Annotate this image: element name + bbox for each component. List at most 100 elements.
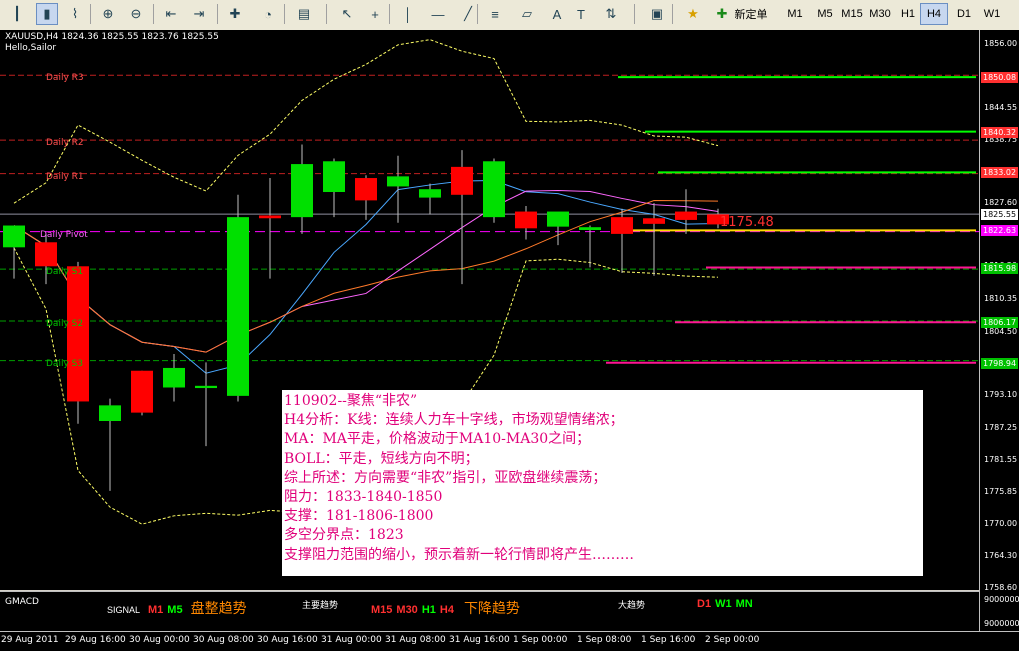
candle-body xyxy=(355,178,377,201)
price-tick: 1787.25 xyxy=(984,422,1018,432)
note-line: 支撑阻力范围的缩小，预示着新一轮行情即将产生……… xyxy=(284,546,634,563)
candle[interactable] xyxy=(355,175,377,220)
note-line: 多空分界点：1823 xyxy=(284,527,404,544)
time-tick: 30 Aug 00:00 xyxy=(129,635,190,645)
sub-scale-top: 9000000 xyxy=(984,595,1019,604)
tf-m1: M1 xyxy=(148,604,164,616)
big-trend-label: 大趋势 xyxy=(618,600,646,610)
candle[interactable] xyxy=(515,205,537,240)
add-indicator-icon[interactable]: ✚ xyxy=(224,3,246,25)
candle[interactable] xyxy=(99,398,121,491)
channel-icon[interactable]: ▱ xyxy=(516,3,538,25)
signal-group-big-tfs: D1 W1 MN xyxy=(697,598,753,610)
candle[interactable] xyxy=(611,208,633,273)
new-order-icon[interactable]: ✚ xyxy=(711,3,733,25)
candle[interactable] xyxy=(547,211,569,246)
candle[interactable] xyxy=(131,370,153,416)
candle[interactable] xyxy=(323,158,345,218)
signal-group-big: 大趋势 xyxy=(618,598,645,611)
price-tick: 1770.00 xyxy=(984,519,1018,529)
candle[interactable] xyxy=(291,144,313,234)
note-line: 阻力：1833-1840-1850 xyxy=(284,488,443,505)
candle[interactable] xyxy=(227,194,249,402)
timeframe-w1[interactable]: W1 xyxy=(978,3,1006,25)
line-chart-icon[interactable]: ⌇ xyxy=(64,3,86,25)
candle-body xyxy=(419,189,441,198)
candle[interactable] xyxy=(259,178,281,279)
time-tick: 31 Aug 00:00 xyxy=(321,635,382,645)
tf-w1: W1 xyxy=(715,598,732,610)
candle[interactable] xyxy=(3,225,25,279)
candle-body xyxy=(163,367,185,388)
ask-label: 1175.48 xyxy=(720,215,774,230)
timeframe-h4[interactable]: H4 xyxy=(920,3,948,25)
timeframe-h1[interactable]: H1 xyxy=(894,3,922,25)
pivot-label-r2: Daily R2 xyxy=(46,138,84,149)
pivot-label-r1: Daily R1 xyxy=(46,171,84,182)
text-icon[interactable]: A xyxy=(546,3,568,25)
favorites-icon[interactable]: ★ xyxy=(682,3,704,25)
zoom-in-icon[interactable]: ⊕ xyxy=(97,3,119,25)
crosshair-icon[interactable]: + xyxy=(364,3,386,25)
new-order-button[interactable]: 新定单 xyxy=(733,3,769,25)
candle[interactable] xyxy=(195,362,217,447)
price-box: 1798.94 xyxy=(981,357,1018,369)
text-label-icon[interactable]: T xyxy=(570,3,592,25)
symbol-line: XAUUSD,H4 1824.36 1825.55 1823.76 1825.5… xyxy=(5,32,219,42)
bar-chart-icon[interactable]: ┃ xyxy=(6,3,28,25)
price-tick: 1827.60 xyxy=(984,197,1018,207)
candle[interactable] xyxy=(387,155,409,223)
timeframe-m15[interactable]: M15 xyxy=(838,3,866,25)
chart-shift-icon[interactable]: ⇤ xyxy=(160,3,182,25)
timeframe-m30[interactable]: M30 xyxy=(866,3,894,25)
time-scale[interactable]: 29 Aug 2011 29 Aug 16:00 30 Aug 00:00 30 Au… xyxy=(0,631,1019,651)
cursor-icon[interactable]: ↖ xyxy=(336,3,358,25)
price-tick: 1810.35 xyxy=(984,293,1018,303)
tf-m15: M15 xyxy=(371,604,393,616)
zoom-out-icon[interactable]: ⊖ xyxy=(125,3,147,25)
candle[interactable] xyxy=(579,225,601,268)
toolbar-separator xyxy=(634,4,635,24)
arrows-icon[interactable]: ⇅ xyxy=(600,3,622,25)
price-box: 1815.98 xyxy=(981,262,1018,274)
time-tick: 2 Sep 00:00 xyxy=(705,635,760,645)
time-tick: 1 Sep 16:00 xyxy=(641,635,696,645)
gmacd-subwindow: GMACD SIGNAL M1 M5 盘整趋势 主要趋势 M15 M30 H1 … xyxy=(0,591,979,631)
timeframe-d1[interactable]: D1 xyxy=(950,3,978,25)
candle[interactable] xyxy=(483,158,505,223)
time-tick: 1 Sep 08:00 xyxy=(577,635,632,645)
candle-body xyxy=(579,227,601,230)
vertical-line-icon[interactable]: │ xyxy=(397,3,419,25)
candle-body xyxy=(451,166,473,195)
candle-body xyxy=(547,211,569,227)
main-chart[interactable]: XAUUSD,H4 1824.36 1825.55 1823.76 1825.5… xyxy=(0,30,979,590)
candlestick-icon[interactable]: ▮ xyxy=(36,3,58,25)
note-line: H4分析：K线：连续人力车十字线，市场观望情绪浓； xyxy=(284,412,624,429)
candle-body xyxy=(99,405,121,422)
timeframe-m5[interactable]: M5 xyxy=(811,3,839,25)
candle[interactable] xyxy=(675,189,697,234)
autoscroll-icon[interactable]: ⇥ xyxy=(188,3,210,25)
horizontal-line-icon[interactable]: — xyxy=(427,3,449,25)
note-line: 综上所述：方向需要“非农”指引，亚欧盘继续震荡； xyxy=(284,469,607,486)
pivot-label-s2: Daily S2 xyxy=(46,319,84,330)
trendline-icon[interactable]: ╱ xyxy=(457,3,479,25)
fibonacci-icon[interactable]: ≡ xyxy=(484,3,506,25)
time-tick: 29 Aug 2011 xyxy=(1,635,59,645)
price-tick: 1758.60 xyxy=(984,583,1018,592)
candle-body xyxy=(515,211,537,229)
main-trend-label: 主要趋势 xyxy=(302,600,339,610)
candle-body xyxy=(387,176,409,187)
timeframe-m1[interactable]: M1 xyxy=(781,3,809,25)
candle-body xyxy=(643,218,665,224)
candle[interactable] xyxy=(419,183,441,215)
periods-icon[interactable]: ◔ xyxy=(257,3,279,25)
candle[interactable] xyxy=(67,261,89,424)
templates-icon[interactable]: ▤ xyxy=(293,3,315,25)
navigator-icon[interactable]: ▣ xyxy=(646,3,668,25)
price-scale[interactable]: 9000000 9000000 1856.001850.201844.55183… xyxy=(979,30,1019,631)
candle[interactable] xyxy=(451,150,473,285)
pivot-label-r3: Daily R3 xyxy=(46,73,84,84)
signal-group-mid-tfs: M15 M30 H1 H4 下降趋势 xyxy=(371,598,520,618)
sub-scale-bottom: 9000000 xyxy=(984,619,1019,628)
